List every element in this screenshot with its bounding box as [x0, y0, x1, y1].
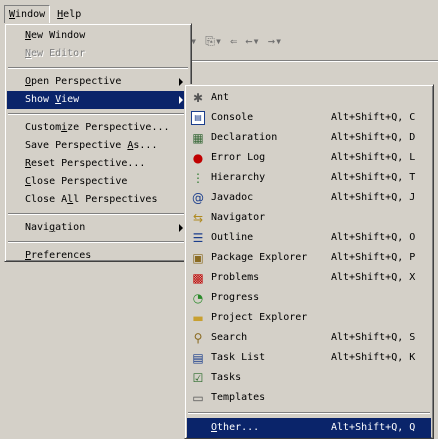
forward-icon[interactable]: →▾ [268, 34, 282, 48]
view-item-outline[interactable]: ☰ Outline Alt+Shift+Q, O [187, 228, 431, 248]
menu-separator [8, 67, 188, 69]
progress-icon: ◔ [192, 291, 204, 305]
toolbar-divider [190, 60, 438, 62]
declaration-icon: ▦ [192, 131, 204, 145]
view-item-declaration[interactable]: ▦ Declaration Alt+Shift+Q, D [187, 128, 431, 148]
view-item-problems[interactable]: ▩ Problems Alt+Shift+Q, X [187, 268, 431, 288]
view-item-javadoc[interactable]: @ Javadoc Alt+Shift+Q, J [187, 188, 431, 208]
main-toolbar: ▾ ⎘▾ ⇐ ←▾ →▾ [190, 30, 438, 52]
submenu-arrow-icon [179, 78, 183, 86]
submenu-arrow-icon [179, 96, 183, 104]
view-item-error-log[interactable]: ● Error Log Alt+Shift+Q, L [187, 148, 431, 168]
console-icon: ▤ [191, 111, 205, 125]
new-window-item[interactable]: New Window [7, 27, 189, 45]
navigator-icon: ⇆ [192, 211, 204, 225]
navigation-item[interactable]: Navigation [7, 219, 189, 237]
view-item-console[interactable]: ▤ Console Alt+Shift+Q, C [187, 108, 431, 128]
new-editor-item: New Editor [25, 48, 86, 59]
preferences-item[interactable]: Preferences [7, 247, 189, 265]
submenu-arrow-icon [179, 224, 183, 232]
view-item-navigator[interactable]: ⇆ Navigator [187, 208, 431, 228]
menu-help[interactable]: Help [52, 5, 86, 24]
menu-separator [8, 213, 188, 215]
menu-window-label: Window [9, 8, 46, 20]
view-item-package-explorer[interactable]: ▣ Package Explorer Alt+Shift+Q, P [187, 248, 431, 268]
menu-separator [188, 412, 430, 414]
save-perspective-as-item[interactable]: Save Perspective As... [7, 137, 189, 155]
open-icon[interactable]: ⎘▾ [205, 34, 222, 49]
error-log-icon: ● [192, 151, 204, 165]
close-all-perspectives-item[interactable]: Close All Perspectives [7, 191, 189, 209]
tasks-icon: ☑ [192, 371, 204, 385]
show-view-submenu: ✱ Ant ▤ Console Alt+Shift+Q, C ▦ Declara… [184, 84, 434, 439]
search-icon: ⚲ [193, 331, 203, 345]
view-item-templates[interactable]: ▭ Templates [187, 388, 431, 408]
view-item-other-label: Other... [211, 422, 260, 433]
menu-separator [8, 241, 188, 243]
javadoc-icon: @ [192, 191, 204, 205]
view-item-ant[interactable]: ✱ Ant [187, 88, 431, 108]
close-perspective-item[interactable]: Close Perspective [7, 173, 189, 191]
menu-window[interactable]: Window [4, 4, 51, 24]
view-item-progress[interactable]: ◔ Progress [187, 288, 431, 308]
templates-icon: ▭ [192, 391, 204, 405]
view-item-search[interactable]: ⚲ Search Alt+Shift+Q, S [187, 328, 431, 348]
problems-icon: ▩ [192, 271, 204, 285]
menu-help-label: Help [57, 8, 82, 20]
project-explorer-icon: ▬ [192, 311, 204, 325]
menu-separator [8, 113, 188, 115]
view-item-task-list[interactable]: ▤ Task List Alt+Shift+Q, K [187, 348, 431, 368]
ant-icon: ✱ [192, 91, 204, 105]
menu-bar: Window Help [0, 4, 438, 24]
customize-perspective-item[interactable]: Customize Perspective... [7, 119, 189, 137]
window-menu: New Window New Editor Open Perspective S… [4, 23, 192, 262]
show-view-item[interactable]: Show View [7, 91, 189, 109]
open-perspective-item[interactable]: Open Perspective [7, 73, 189, 91]
view-item-other[interactable]: Other... Alt+Shift+Q, Q [187, 418, 431, 438]
view-item-tasks[interactable]: ☑ Tasks [187, 368, 431, 388]
package-explorer-icon: ▣ [192, 251, 204, 265]
outline-icon: ☰ [192, 231, 204, 245]
reset-perspective-item[interactable]: Reset Perspective... [7, 155, 189, 173]
back-icon[interactable]: ←▾ [245, 34, 259, 48]
view-item-project-explorer[interactable]: ▬ Project Explorer [187, 308, 431, 328]
task-list-icon: ▤ [192, 351, 204, 365]
last-edit-icon[interactable]: ⇐ [230, 34, 237, 48]
hierarchy-icon: ⋮ [192, 171, 204, 185]
view-item-hierarchy[interactable]: ⋮ Hierarchy Alt+Shift+Q, T [187, 168, 431, 188]
